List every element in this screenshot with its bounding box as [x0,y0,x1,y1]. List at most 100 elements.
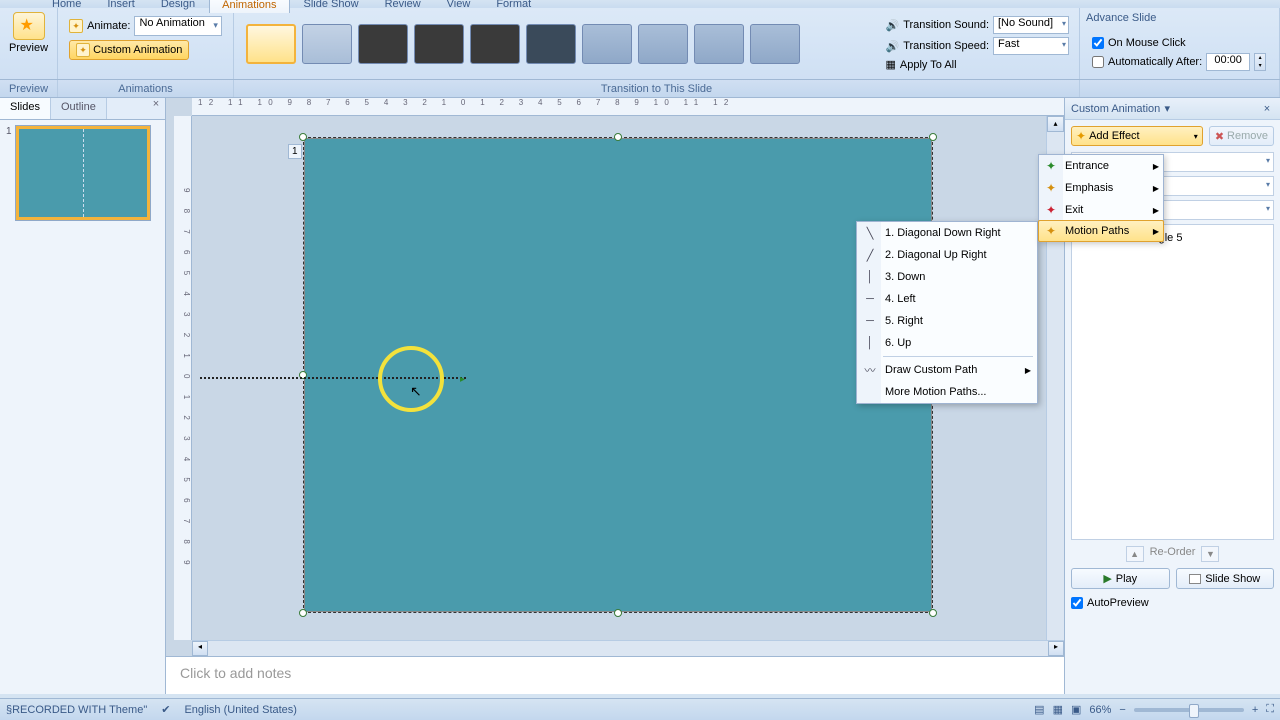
auto-after-time[interactable]: 00:00 [1206,53,1250,71]
animate-icon: ✦ [69,19,83,33]
exit-star-icon: ✦ [1043,203,1059,217]
transition-sound-label: Transition Sound: [903,19,989,31]
autopreview-checkbox[interactable] [1071,597,1083,609]
scroll-up-button[interactable]: ▴ [1047,116,1064,132]
handle-br[interactable] [929,609,937,617]
animation-list[interactable]: 1 🖱 Rectangle 5 [1071,224,1274,540]
handle-bl[interactable] [299,609,307,617]
scribble-icon: 〰 [862,362,878,378]
reorder-down-button[interactable]: ▼ [1201,546,1219,562]
motion-path-endpoint: ▸ [460,374,465,385]
right-icon: ─ [862,315,878,327]
view-sorter-icon[interactable]: ▦ [1053,703,1063,716]
transition-uncover-right[interactable] [694,24,744,64]
tab-review[interactable]: Review [373,0,433,13]
tab-insert[interactable]: Insert [95,0,147,13]
auto-after-checkbox[interactable] [1092,56,1104,68]
time-spinner[interactable]: ▴▾ [1254,53,1266,71]
tab-format[interactable]: Format [484,0,543,13]
menu-entrance[interactable]: ✦ Entrance▶ [1039,155,1163,177]
slide-thumbnail-1[interactable] [16,126,150,220]
on-mouse-click-checkbox[interactable] [1092,37,1104,49]
more-motion-paths[interactable]: More Motion Paths... [857,381,1037,403]
menu-emphasis[interactable]: ✦ Emphasis▶ [1039,177,1163,199]
zoom-slider[interactable] [1134,708,1244,712]
path-right[interactable]: ─5. Right [857,310,1037,332]
draw-custom-path[interactable]: 〰Draw Custom Path▶ [857,359,1037,381]
ribbon: Preview ✦ Animate: No Animation ✦ Custom… [0,8,1280,80]
reorder-up-button[interactable]: ▲ [1126,546,1144,562]
path-down[interactable]: │3. Down [857,266,1037,288]
view-normal-icon[interactable]: ▤ [1034,703,1044,716]
custom-animation-button[interactable]: ✦ Custom Animation [69,40,189,60]
scroll-left-button[interactable]: ◂ [192,641,208,656]
pane-close-button[interactable]: × [1260,103,1274,115]
cursor-icon: ↖ [410,383,422,400]
transition-uncover-left[interactable] [638,24,688,64]
fit-window-button[interactable]: ⛶ [1266,703,1274,716]
handle-tr[interactable] [929,133,937,141]
play-button[interactable]: ▶Play [1071,568,1170,589]
add-effect-star-icon: ✦ [1076,129,1086,143]
scroll-right-button[interactable]: ▸ [1048,641,1064,656]
ribbon-tabs: Home Insert Design Animations Slide Show… [40,0,543,13]
zoom-in-button[interactable]: + [1252,704,1258,716]
path-diagonal-up-right[interactable]: ╱2. Diagonal Up Right [857,244,1037,266]
status-language[interactable]: English (United States) [184,704,297,716]
up-icon: │ [862,337,878,349]
path-up[interactable]: │6. Up [857,332,1037,354]
tab-animations[interactable]: Animations [209,0,289,13]
animate-label: Animate: [87,20,130,32]
horizontal-scrollbar[interactable]: ◂ ▸ [192,640,1064,656]
status-bar: §RECORDED WITH Theme" ✔ English (United … [0,698,1280,720]
view-slideshow-icon[interactable]: ▣ [1071,703,1081,716]
slide-index: 1 [288,144,302,159]
transition-uncover-up[interactable] [750,24,800,64]
handle-tm[interactable] [614,133,622,141]
transition-fade[interactable] [302,24,352,64]
spellcheck-icon[interactable]: ✔ [161,703,170,716]
tab-home[interactable]: Home [40,0,93,13]
close-panel-button[interactable]: × [147,98,165,119]
transition-speed-dropdown[interactable]: Fast [993,37,1069,55]
autopreview-label: AutoPreview [1087,597,1149,609]
zoom-out-button[interactable]: − [1119,704,1125,716]
ribbon-group-labels: Preview Animations Transition to This Sl… [0,80,1280,98]
remove-x-icon: ✖ [1215,130,1224,143]
menu-motion-paths[interactable]: ✦ Motion Paths▶ [1038,220,1164,242]
preview-button[interactable]: Preview [6,12,52,54]
pane-menu-button[interactable]: ▾ [1160,102,1174,115]
remove-effect-button[interactable]: ✖ Remove [1209,126,1274,146]
path-left[interactable]: ─4. Left [857,288,1037,310]
horizontal-ruler: 12 11 10 9 8 7 6 5 4 3 2 1 0 1 2 3 4 5 6… [192,98,1064,116]
down-icon: │ [862,271,878,283]
on-mouse-click-label: On Mouse Click [1108,37,1186,49]
transition-sound-dropdown[interactable]: [No Sound] [993,16,1069,34]
transition-uncover-down[interactable] [582,24,632,64]
transition-cut[interactable] [358,24,408,64]
status-recorded: §RECORDED WITH Theme" [6,704,147,716]
slideshow-button[interactable]: Slide Show [1176,568,1275,589]
notes-pane[interactable]: Click to add notes [166,656,1064,694]
menu-exit[interactable]: ✦ Exit▶ [1039,199,1163,221]
path-diagonal-down-right[interactable]: ╲1. Diagonal Down Right [857,222,1037,244]
left-icon: ─ [862,293,878,305]
transition-random[interactable] [526,24,576,64]
motion-star-icon: ✦ [1043,224,1059,238]
handle-tl[interactable] [299,133,307,141]
outline-tab[interactable]: Outline [51,98,107,119]
add-effect-button[interactable]: ✦ Add Effect [1071,126,1203,146]
transition-none[interactable] [246,24,296,64]
preview-label: Preview [9,42,48,54]
tab-design[interactable]: Design [149,0,207,13]
handle-bm[interactable] [614,609,622,617]
apply-to-all-button[interactable]: Apply To All [900,59,957,71]
tab-slideshow[interactable]: Slide Show [292,0,371,13]
animate-dropdown[interactable]: No Animation [134,16,221,36]
slides-tab[interactable]: Slides [0,98,51,119]
transition-dissolve[interactable] [414,24,464,64]
custom-animation-icon: ✦ [76,43,90,57]
transition-wipe[interactable] [470,24,520,64]
advance-slide-title: Advance Slide [1086,12,1156,24]
tab-view[interactable]: View [435,0,483,13]
